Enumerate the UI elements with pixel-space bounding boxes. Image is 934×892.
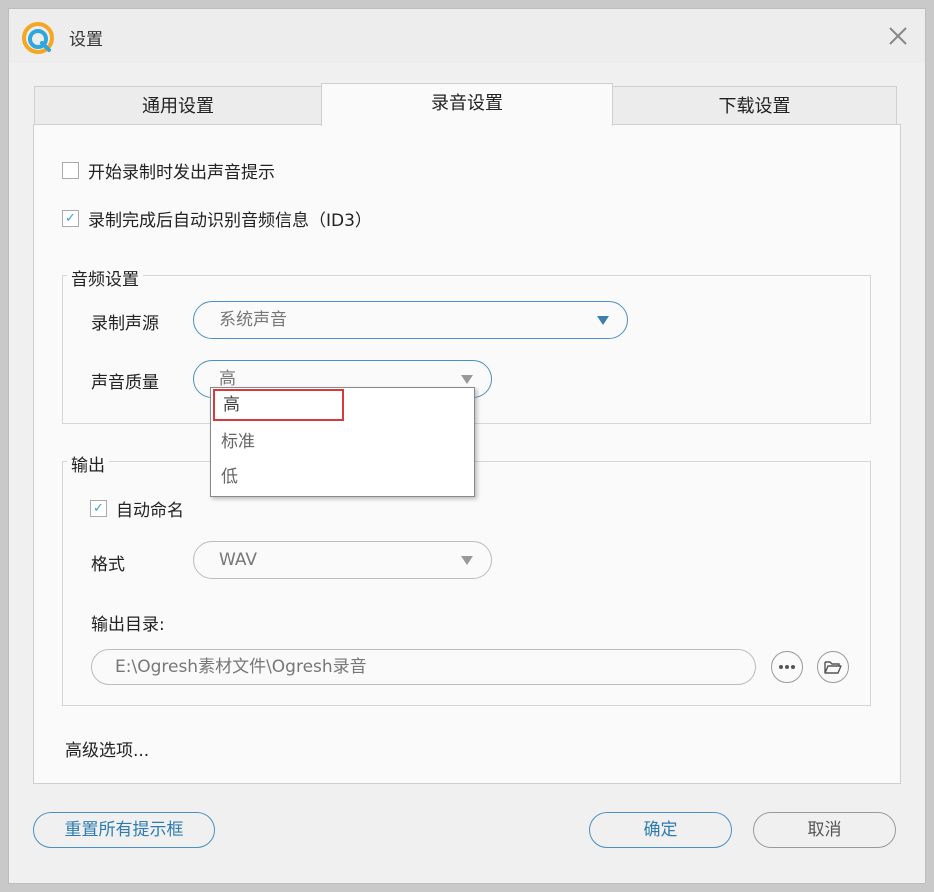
quality-option-low[interactable]: 低 <box>213 461 344 493</box>
chevron-down-icon <box>461 556 473 565</box>
sound-prompt-label: 开始录制时发出声音提示 <box>88 163 275 183</box>
tab-general[interactable]: 通用设置 <box>34 86 322 126</box>
format-label: 格式 <box>91 555 125 575</box>
window-title: 设置 <box>69 30 103 50</box>
close-button[interactable] <box>885 23 911 49</box>
auto-name-label: 自动命名 <box>116 501 184 521</box>
output-dir-input[interactable]: E:\Ogresh素材文件\Ogresh录音 <box>91 649 756 685</box>
source-select[interactable]: 系统声音 <box>193 301 628 339</box>
quality-option-high[interactable]: 高 <box>213 389 344 421</box>
auto-id3-checkbox[interactable]: ✓ <box>62 210 79 227</box>
quality-dropdown-list: 高 标准 低 <box>210 387 475 497</box>
source-label: 录制声源 <box>91 314 159 334</box>
close-icon <box>889 27 907 45</box>
more-icon <box>779 665 795 669</box>
format-select[interactable]: WAV <box>193 541 492 579</box>
auto-id3-option[interactable]: ✓ 录制完成后自动识别音频信息（ID3） <box>62 206 372 231</box>
chevron-down-icon <box>461 375 473 384</box>
checkmark-icon: ✓ <box>65 211 76 226</box>
sound-prompt-option[interactable]: 开始录制时发出声音提示 <box>62 158 275 183</box>
advanced-options-link[interactable]: 高级选项... <box>65 736 149 761</box>
folder-icon <box>824 661 842 674</box>
cancel-button[interactable]: 取消 <box>753 812 896 848</box>
output-title: 输出 <box>67 451 109 476</box>
browse-more-button[interactable] <box>771 651 803 683</box>
sound-prompt-checkbox[interactable] <box>62 162 79 179</box>
auto-id3-label: 录制完成后自动识别音频信息（ID3） <box>88 211 372 231</box>
app-logo-icon <box>22 22 54 54</box>
audio-settings-title: 音频设置 <box>67 265 143 290</box>
output-dir-label: 输出目录: <box>91 615 165 635</box>
auto-name-option[interactable]: ✓ 自动命名 <box>90 496 184 521</box>
auto-name-checkbox[interactable]: ✓ <box>90 500 107 517</box>
tab-recording[interactable]: 录音设置 <box>321 83 613 126</box>
tab-download[interactable]: 下载设置 <box>612 86 897 126</box>
output-dir-value: E:\Ogresh素材文件\Ogresh录音 <box>115 657 367 677</box>
format-value: WAV <box>219 550 258 570</box>
quality-value: 高 <box>219 369 236 389</box>
ok-button[interactable]: 确定 <box>589 812 732 848</box>
source-value: 系统声音 <box>219 310 287 330</box>
reset-prompts-button[interactable]: 重置所有提示框 <box>33 812 215 848</box>
title-bar: 设置 <box>9 9 925 63</box>
quality-option-standard[interactable]: 标准 <box>213 426 344 458</box>
quality-label: 声音质量 <box>91 373 159 393</box>
chevron-down-icon <box>597 316 609 325</box>
checkmark-icon: ✓ <box>93 501 104 516</box>
open-folder-button[interactable] <box>817 651 849 683</box>
settings-window: 设置 通用设置 录音设置 下载设置 开始录制时发出声音提示 ✓ 录制完成后自动识… <box>8 8 926 884</box>
